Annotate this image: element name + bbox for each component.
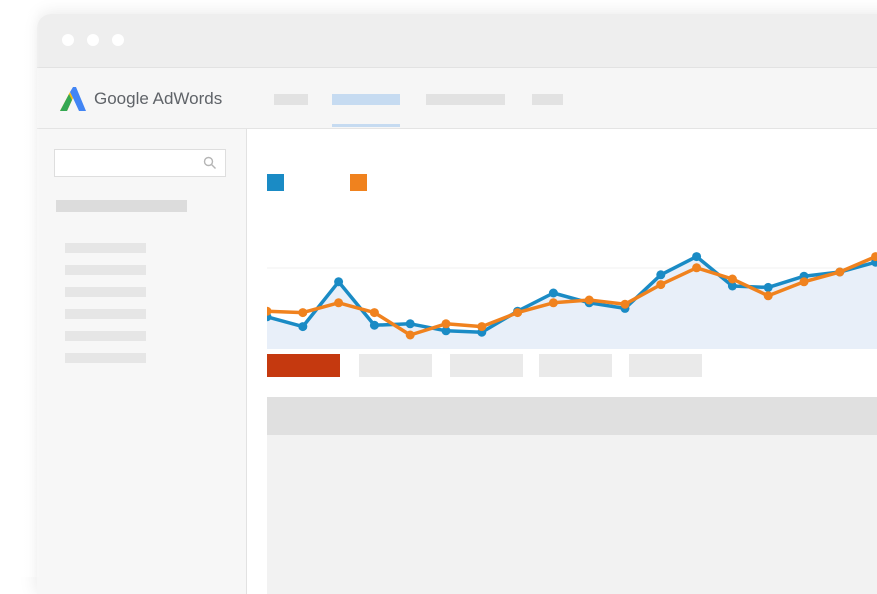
window-control-dot[interactable] (87, 34, 99, 46)
series-2-point[interactable] (477, 322, 487, 332)
table-header (267, 397, 877, 435)
series-2-point[interactable] (620, 299, 630, 309)
search-input[interactable] (54, 149, 226, 177)
toolbar-button[interactable] (450, 354, 523, 377)
nav-tab-active[interactable] (332, 94, 400, 105)
sidebar-item[interactable] (65, 353, 146, 363)
sidebar-item[interactable] (65, 287, 146, 297)
series-2-point[interactable] (548, 298, 558, 308)
active-tab-indicator (332, 124, 400, 127)
series-1-point[interactable] (692, 252, 702, 262)
edge-fade (0, 0, 40, 577)
performance-chart (267, 252, 877, 349)
adwords-logo-icon (60, 87, 86, 111)
series-2-point[interactable] (584, 295, 594, 305)
window-control-dot[interactable] (62, 34, 74, 46)
sidebar-item[interactable] (65, 265, 146, 275)
series-1-point[interactable] (548, 288, 558, 298)
brand-name: Google AdWords (94, 89, 223, 108)
series-2-point[interactable] (298, 308, 308, 318)
search-icon[interactable] (203, 156, 217, 170)
series-2-point[interactable] (799, 277, 809, 287)
series-1-point[interactable] (405, 319, 415, 329)
series-2-point[interactable] (763, 291, 773, 301)
toolbar-button[interactable] (359, 354, 432, 377)
series-2-point[interactable] (334, 298, 344, 308)
series-2-point[interactable] (267, 306, 272, 316)
window-control-dot[interactable] (112, 34, 124, 46)
browser-window: Google AdWords (37, 14, 877, 594)
window-titlebar (37, 14, 877, 68)
series-1-point[interactable] (298, 322, 308, 332)
series-2-point[interactable] (727, 274, 737, 284)
main-content (247, 129, 877, 594)
series-2-point[interactable] (369, 308, 379, 318)
series-2-point[interactable] (513, 308, 523, 318)
series-2-point[interactable] (441, 319, 451, 329)
sidebar-heading (56, 200, 187, 212)
series-2-point[interactable] (835, 267, 845, 277)
nav-tab[interactable] (274, 94, 308, 105)
series-1-point[interactable] (656, 270, 666, 280)
nav-tab[interactable] (426, 94, 505, 105)
app-header: Google AdWords (37, 68, 877, 129)
legend-swatch-series-1 (267, 174, 284, 191)
nav-tab[interactable] (532, 94, 563, 105)
series-2-point[interactable] (405, 330, 415, 340)
series-1-point[interactable] (334, 277, 344, 287)
sidebar-item[interactable] (65, 309, 146, 319)
sidebar-item[interactable] (65, 331, 146, 341)
series-1-point[interactable] (369, 320, 379, 330)
toolbar-button[interactable] (539, 354, 612, 377)
primary-button[interactable] (267, 354, 340, 377)
sidebar-item[interactable] (65, 243, 146, 253)
series-1-point[interactable] (763, 282, 773, 292)
sidebar (37, 129, 247, 594)
chart-area-fill (267, 256, 877, 349)
toolbar-button[interactable] (629, 354, 702, 377)
legend-swatch-series-2 (350, 174, 367, 191)
table-body (267, 435, 877, 594)
series-2-point[interactable] (656, 280, 666, 290)
series-2-point[interactable] (692, 263, 702, 273)
